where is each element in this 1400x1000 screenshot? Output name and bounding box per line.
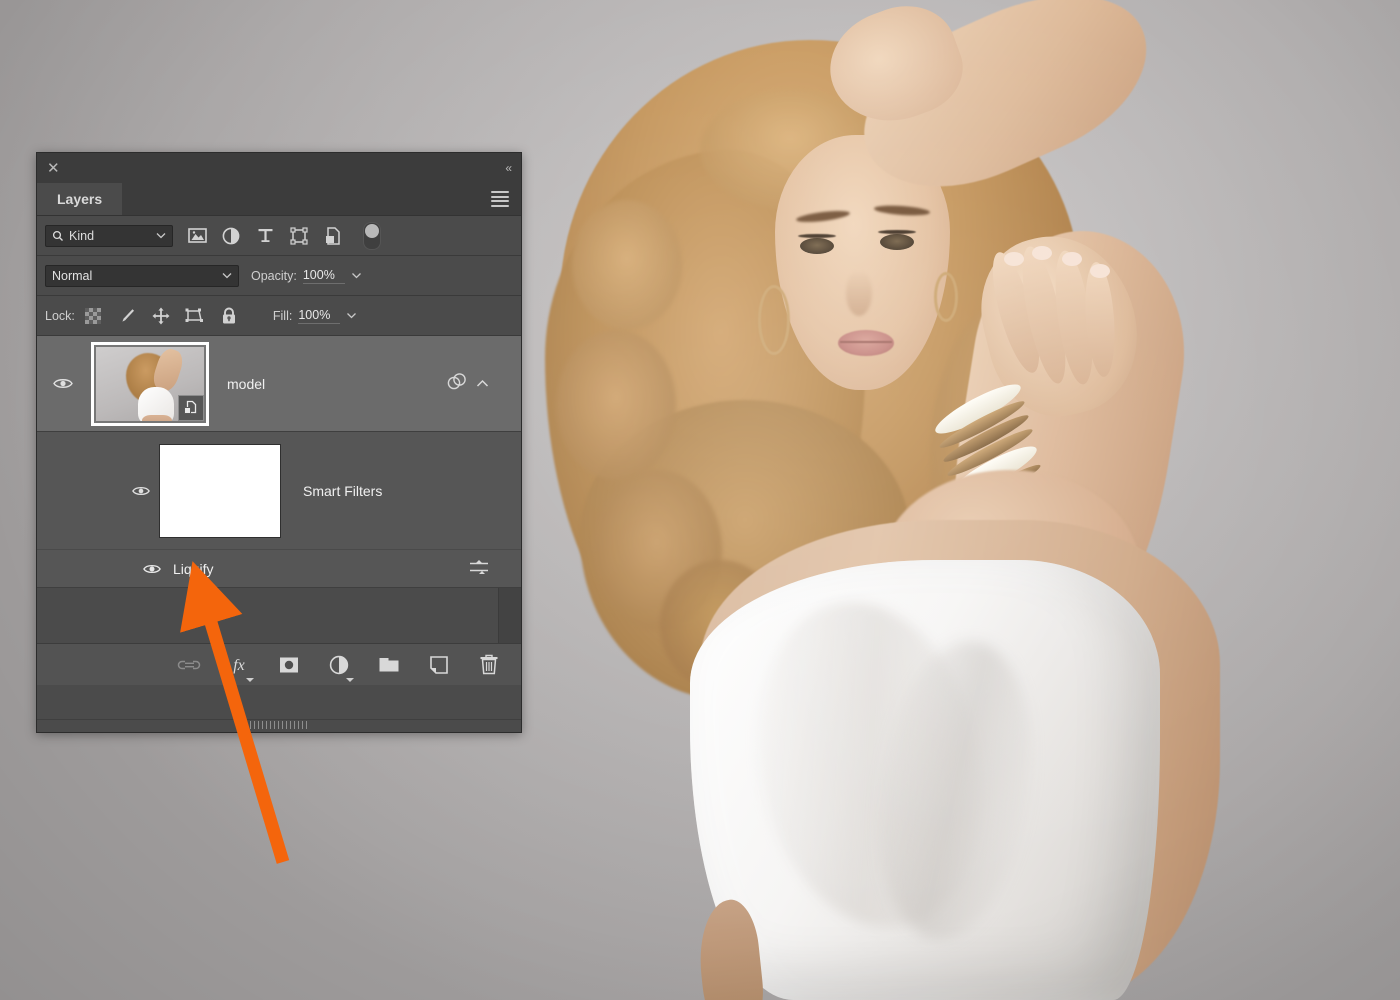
layer-style-button[interactable]: fx <box>227 653 254 682</box>
smart-filters-label: Smart Filters <box>303 482 383 499</box>
filter-kind-label: Kind <box>69 228 95 243</box>
hamburger-glyph <box>491 189 509 210</box>
collapse-to-icons-icon[interactable]: « <box>505 161 512 175</box>
tab-layers[interactable]: Layers <box>37 183 123 215</box>
lock-fill-bar: Lock: Fill: 100% <box>37 296 521 336</box>
adjustment-icon <box>329 655 349 674</box>
liquify-visibility-toggle[interactable] <box>143 563 161 575</box>
layer-name-model[interactable]: model <box>211 376 446 392</box>
panel-titlebar: ✕ « <box>37 153 521 183</box>
new-group-button[interactable] <box>377 653 401 677</box>
new-layer-icon <box>430 655 448 674</box>
layers-panel-bottom-bar: fx <box>37 643 521 685</box>
smart-filter-mask-thumbnail[interactable] <box>159 443 281 538</box>
opacity-slider-chevron-icon[interactable] <box>351 272 362 279</box>
filter-type-icons <box>187 221 381 250</box>
opacity-value[interactable]: 100% <box>302 268 345 284</box>
eye-icon <box>143 564 161 573</box>
add-layer-mask-button[interactable] <box>277 653 301 677</box>
search-icon <box>52 230 63 241</box>
tab-layers-label: Layers <box>57 191 103 207</box>
blend-opacity-bar: Normal Opacity: 100% <box>37 256 521 296</box>
layer-row-liquify[interactable]: Liquify <box>37 550 521 588</box>
layer-thumbnail-wrap[interactable] <box>89 340 211 428</box>
lock-label: Lock: <box>45 308 75 323</box>
lock-transparent-pixels-icon[interactable] <box>83 306 103 326</box>
layer-row-model[interactable]: model <box>37 336 521 432</box>
svg-text:fx: fx <box>233 657 245 674</box>
blend-mode-select[interactable]: Normal <box>45 264 239 287</box>
fill-value[interactable]: 100% <box>298 308 341 324</box>
filter-blending-options-icon[interactable] <box>469 559 499 578</box>
lock-position-icon[interactable] <box>151 306 171 326</box>
fx-icon: fx <box>233 657 245 674</box>
smart-filters-indicator-icon[interactable] <box>446 372 468 395</box>
opacity-label: Opacity: <box>251 268 297 283</box>
panel-tabbar: Layers <box>37 183 521 216</box>
liquify-filter-name[interactable]: Liquify <box>161 561 469 577</box>
layer-row-right-icons <box>446 372 499 395</box>
panel-resize-grip[interactable] <box>250 721 308 729</box>
blend-mode-value: Normal <box>52 268 93 283</box>
layer-style-menu-arrow-icon <box>246 677 254 682</box>
mask-icon <box>280 657 298 672</box>
lock-image-pixels-icon[interactable] <box>117 306 137 326</box>
filter-pixel-layers-icon[interactable] <box>187 226 207 246</box>
link-icon <box>177 660 201 669</box>
filter-smart-objects-icon[interactable] <box>323 226 343 246</box>
smart-object-badge-icon <box>178 394 204 421</box>
filter-adjustment-layers-icon[interactable] <box>221 226 241 246</box>
smart-filters-visibility-toggle[interactable] <box>123 485 159 497</box>
close-icon[interactable]: ✕ <box>47 161 60 176</box>
lock-icons <box>83 306 239 326</box>
lock-artboard-nesting-icon[interactable] <box>185 306 205 326</box>
link-layers-button[interactable] <box>177 653 201 677</box>
collapse-filters-chevron-icon[interactable] <box>476 376 489 391</box>
thumb-legs <box>142 414 172 421</box>
layer-visibility-toggle[interactable] <box>37 377 89 390</box>
new-adjustment-layer-button[interactable] <box>327 653 354 682</box>
fill-slider-chevron-icon[interactable] <box>346 312 357 319</box>
panel-menu-icon[interactable] <box>479 183 521 215</box>
panel-footer <box>37 719 521 732</box>
filter-type-layers-icon[interactable] <box>255 226 275 246</box>
chevron-down-icon <box>222 273 232 279</box>
layer-filter-bar: Kind <box>37 216 521 256</box>
new-layer-button[interactable] <box>427 653 451 677</box>
folder-icon <box>379 657 399 671</box>
filter-shape-layers-icon[interactable] <box>289 226 309 246</box>
fill-field: Fill: 100% <box>273 308 357 324</box>
layer-thumbnail-selected-border <box>91 341 209 426</box>
eye-icon <box>53 379 73 388</box>
layer-list-empty-area <box>37 588 521 643</box>
fill-label: Fill: <box>272 308 293 323</box>
screenshot-root: ✕ « Layers Kind Normal Opacity: 100% Loc… <box>0 0 1400 1000</box>
filter-enable-toggle[interactable] <box>363 221 381 250</box>
chevron-down-icon <box>156 233 166 239</box>
delete-layer-button[interactable] <box>477 653 501 677</box>
eye-icon <box>132 486 150 495</box>
trash-icon <box>480 654 498 675</box>
filter-kind-select[interactable]: Kind <box>45 224 173 247</box>
layer-row-smart-filters[interactable]: Smart Filters <box>37 432 521 550</box>
layers-panel: ✕ « Layers Kind Normal Opacity: 100% Loc… <box>36 152 522 733</box>
opacity-field: Opacity: 100% <box>251 268 362 284</box>
adjustment-menu-arrow-icon <box>346 677 354 682</box>
layer-list: model Smart Filters Liquify <box>37 336 521 643</box>
lock-all-icon[interactable] <box>219 306 239 326</box>
